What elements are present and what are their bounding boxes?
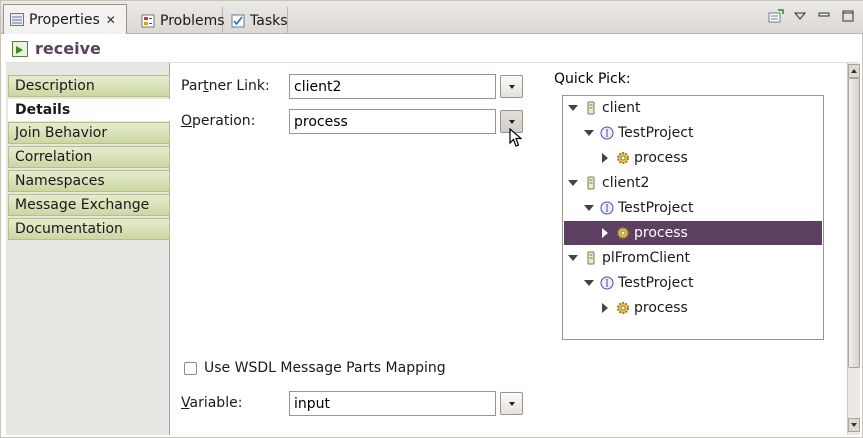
tab-properties[interactable]: Properties ✕ <box>3 4 127 34</box>
page-title-bar: receive <box>5 35 860 63</box>
tree-node-label: TestProject <box>618 200 694 216</box>
partner-link-icon <box>587 176 595 190</box>
nav-tab-label: Details <box>15 102 71 118</box>
view-toolbar <box>768 9 856 23</box>
nav-tab-label: Description <box>15 78 95 94</box>
problems-icon <box>141 14 155 28</box>
variable-combo[interactable]: input <box>289 391 496 416</box>
property-sections-nav: Description Details Join Behavior Correl… <box>6 63 170 435</box>
expand-toggle-icon[interactable] <box>598 301 612 315</box>
quick-pick-label: Quick Pick: <box>554 71 631 87</box>
partner-link-dropdown-button[interactable] <box>500 75 523 98</box>
tree-node-label: process <box>634 225 688 241</box>
tree-node[interactable]: client2 <box>564 171 822 195</box>
interface-icon: I <box>600 201 614 215</box>
view-menu-icon[interactable] <box>792 9 808 23</box>
operation-combo[interactable]: process <box>289 109 496 134</box>
quick-pick-tree[interactable]: client I TestProject process client2 I T… <box>562 95 824 340</box>
partner-link-combo[interactable]: client2 <box>289 74 496 99</box>
pin-icon[interactable] <box>768 9 784 23</box>
tree-node[interactable]: process <box>564 296 822 320</box>
interface-icon: I <box>600 126 614 140</box>
expand-toggle-icon[interactable] <box>582 276 596 290</box>
mouse-pointer-icon <box>509 128 522 147</box>
tree-node[interactable]: I TestProject <box>564 271 822 295</box>
tree-node[interactable]: client <box>564 96 822 120</box>
tree-node[interactable]: I TestProject <box>564 121 822 145</box>
partner-link-icon <box>587 251 595 265</box>
tree-node[interactable]: I TestProject <box>564 196 822 220</box>
nav-tab-label: Documentation <box>15 221 123 237</box>
expand-toggle-icon[interactable] <box>566 251 580 265</box>
tree-node-label: process <box>634 300 688 316</box>
operation-label: Operation: <box>181 113 256 129</box>
tree-node-selected[interactable]: process <box>564 221 822 245</box>
properties-icon <box>10 13 24 26</box>
nav-tab-label: Namespaces <box>15 173 105 189</box>
nav-tab-correlation[interactable]: Correlation <box>8 146 170 168</box>
nav-tab-join-behavior[interactable]: Join Behavior <box>8 122 170 144</box>
tree-node-label: client <box>602 100 641 116</box>
tree-node-label: client2 <box>602 175 650 191</box>
tree-node[interactable]: plFromClient <box>564 246 822 270</box>
partner-link-label: Partner Link: <box>181 78 270 94</box>
nav-tab-details[interactable]: Details <box>8 99 170 121</box>
nav-tab-namespaces[interactable]: Namespaces <box>8 170 170 192</box>
vertical-scrollbar[interactable] <box>847 63 860 435</box>
svg-text:I: I <box>605 130 609 140</box>
receive-activity-icon <box>12 40 28 57</box>
expand-toggle-icon[interactable] <box>582 201 596 215</box>
tree-node-label: plFromClient <box>602 250 690 266</box>
nav-tab-message-exchange[interactable]: Message Exchange <box>8 194 170 216</box>
view-tab-bar: Properties ✕ Problems Tasks <box>1 1 863 34</box>
nav-tab-documentation[interactable]: Documentation <box>8 218 170 240</box>
expand-toggle-icon[interactable] <box>566 176 580 190</box>
scroll-down-arrow-icon[interactable] <box>848 418 860 432</box>
tab-label: Properties <box>29 11 100 28</box>
tree-node-label: TestProject <box>618 275 694 291</box>
operation-gear-icon <box>617 302 629 314</box>
expand-toggle-icon[interactable] <box>566 101 580 115</box>
tab-label: Problems <box>160 12 225 29</box>
tree-node-label: TestProject <box>618 125 694 141</box>
partner-link-icon <box>587 101 595 115</box>
expand-toggle-icon[interactable] <box>598 226 612 240</box>
page-title: receive <box>35 39 101 58</box>
partner-link-value: client2 <box>294 78 342 95</box>
minimize-icon[interactable] <box>816 9 832 23</box>
tree-node-label: process <box>634 150 688 166</box>
nav-tab-label: Join Behavior <box>15 125 108 141</box>
close-icon[interactable]: ✕ <box>106 13 116 27</box>
operation-gear-icon <box>617 227 629 239</box>
wsdl-mapping-checkbox[interactable] <box>184 362 197 375</box>
nav-tab-label: Message Exchange <box>15 197 150 213</box>
maximize-icon[interactable] <box>840 9 856 23</box>
expand-toggle-icon[interactable] <box>582 126 596 140</box>
tasks-icon <box>231 14 245 28</box>
variable-value: input <box>294 395 331 412</box>
expand-toggle-icon[interactable] <box>598 151 612 165</box>
tab-tasks[interactable]: Tasks <box>225 7 288 34</box>
variable-dropdown-button[interactable] <box>500 392 523 415</box>
svg-text:I: I <box>605 205 609 215</box>
operation-value: process <box>294 113 348 130</box>
interface-icon: I <box>600 276 614 290</box>
wsdl-mapping-label: Use WSDL Message Parts Mapping <box>204 360 446 376</box>
nav-tab-label: Correlation <box>15 149 93 165</box>
scrollbar-thumb[interactable] <box>848 78 860 368</box>
tab-label: Tasks <box>250 12 288 29</box>
nav-tab-description[interactable]: Description <box>8 75 170 97</box>
svg-text:I: I <box>605 280 609 290</box>
properties-view: Properties ✕ Problems Tasks receive Desc… <box>0 0 863 438</box>
variable-label: Variable: <box>181 395 243 411</box>
details-panel: Partner Link: client2 Operation: process… <box>171 63 847 435</box>
tab-problems[interactable]: Problems <box>135 7 225 34</box>
operation-gear-icon <box>617 152 629 164</box>
tree-node[interactable]: process <box>564 146 822 170</box>
scroll-up-arrow-icon[interactable] <box>848 64 860 78</box>
